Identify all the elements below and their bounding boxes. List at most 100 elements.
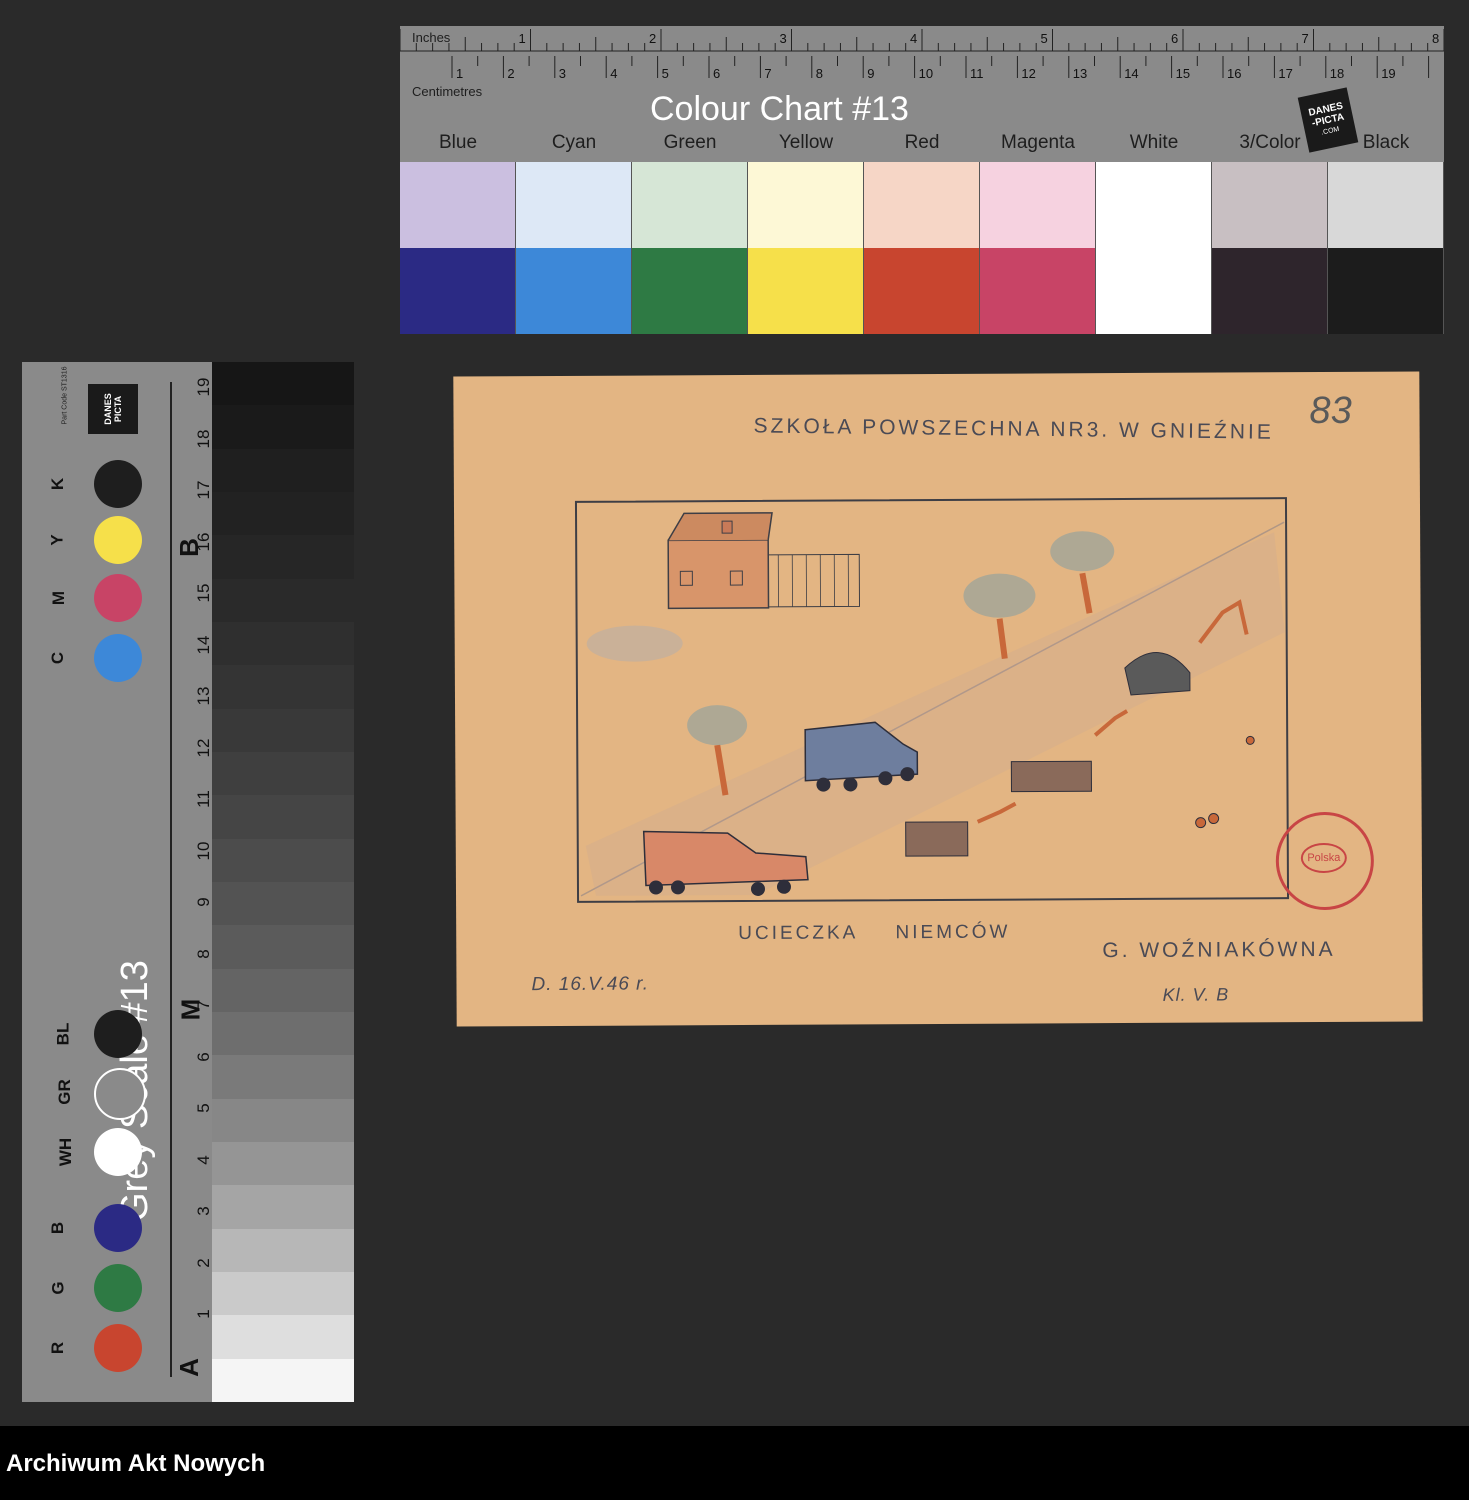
step-number: 13 xyxy=(194,686,213,706)
stamp-text: Polska xyxy=(1300,842,1347,874)
cm-number: 14 xyxy=(1124,66,1138,81)
dark-swatch xyxy=(1096,248,1212,334)
step-number: 17 xyxy=(194,480,213,500)
dark-swatch xyxy=(1328,248,1444,334)
cm-number: 13 xyxy=(1073,66,1087,81)
dot-label: K xyxy=(48,477,68,491)
grey-step xyxy=(212,448,354,492)
inch-number: 2 xyxy=(649,31,656,46)
ruler: 1 2 3 4 5 6 7 81 2 3 4 5 6 7 8 9 10 11 12 13 14 15 16 17 18 19 xyxy=(400,29,1444,81)
dark-swatch xyxy=(1212,248,1328,334)
flowers-drawing xyxy=(1195,735,1255,829)
dark-swatch xyxy=(748,248,864,334)
step-marker: A xyxy=(173,1358,204,1377)
step-number: 2 xyxy=(194,1257,213,1268)
step-marker: B xyxy=(173,538,204,557)
color-dot xyxy=(94,516,142,564)
cm-number: 9 xyxy=(867,66,874,81)
patch-name: Blue xyxy=(438,132,478,153)
grey-step xyxy=(212,665,354,709)
red-stamp: Polska xyxy=(1275,811,1375,911)
grey-step xyxy=(212,362,354,406)
inches-label: Inches xyxy=(412,30,451,45)
patch-name: White xyxy=(1129,132,1179,153)
grey-scale-steps xyxy=(212,362,354,1402)
grey-step xyxy=(212,1271,354,1316)
footer-bar: Archiwum Akt Nowych xyxy=(0,1426,1469,1500)
patch-name: Red xyxy=(904,132,940,153)
grey-step xyxy=(212,1011,354,1056)
grey-step xyxy=(212,1055,354,1099)
patch-name: Green xyxy=(663,132,717,153)
light-swatches xyxy=(400,162,1444,248)
color-dot xyxy=(94,1128,142,1176)
grey-step xyxy=(212,1228,354,1272)
cm-number: 4 xyxy=(610,66,617,81)
patch-name: Black xyxy=(1362,132,1410,153)
light-swatch xyxy=(1096,162,1212,248)
cloud-scribble xyxy=(586,625,683,662)
step-number: 15 xyxy=(194,583,213,603)
dot-label: G xyxy=(48,1281,68,1295)
centimetres-label: Centimetres xyxy=(412,84,483,99)
colour-chart-title: Colour Chart #13 xyxy=(650,90,909,128)
light-swatch xyxy=(748,162,864,248)
patch-name: Magenta xyxy=(1001,132,1075,153)
inch-number: 1 xyxy=(519,31,526,46)
dot-label: R xyxy=(48,1341,68,1355)
grey-step xyxy=(212,535,354,579)
danes-picta-logo-small: DANES PICTA xyxy=(88,384,138,434)
light-swatch xyxy=(516,162,632,248)
step-number: 10 xyxy=(194,841,213,860)
part-code: Part Code ST1316 xyxy=(61,366,69,425)
dot-label: BL xyxy=(53,1022,73,1046)
light-swatch xyxy=(1328,162,1444,248)
grey-step xyxy=(212,491,354,536)
light-swatch xyxy=(1212,162,1328,248)
light-swatch xyxy=(864,162,980,248)
step-number: 1 xyxy=(194,1309,213,1319)
grey-step xyxy=(212,968,354,1012)
cm-number: 6 xyxy=(713,66,720,81)
color-dot xyxy=(94,634,142,682)
step-number: 18 xyxy=(194,429,213,448)
dark-swatch xyxy=(864,248,980,334)
grey-step xyxy=(212,578,354,622)
grey-step xyxy=(212,1315,354,1359)
grey-scale-panel: Part Code ST1316 DANES PICTA Grey Scale … xyxy=(22,362,213,1402)
step-number: 8 xyxy=(194,948,213,959)
cm-number: 8 xyxy=(816,66,823,81)
color-dot xyxy=(94,1264,142,1312)
grey-step xyxy=(212,838,354,882)
cm-number: 1 xyxy=(456,66,463,81)
dot-label: B xyxy=(48,1221,68,1235)
grey-step xyxy=(212,881,354,926)
grey-step xyxy=(212,1098,354,1142)
grey-step xyxy=(212,621,354,666)
cm-number: 10 xyxy=(919,66,933,81)
cm-number: 5 xyxy=(662,66,669,81)
grey-step xyxy=(212,1358,354,1402)
drawing-date: D. 16.V.46 r. xyxy=(531,973,650,996)
step-number: 5 xyxy=(194,1103,213,1113)
author-name: G. WOŹNIAKÓWNA xyxy=(1102,937,1336,963)
grey-step xyxy=(212,1141,354,1186)
cm-number: 7 xyxy=(764,66,771,81)
dot-label: C xyxy=(48,651,68,665)
grey-step xyxy=(212,925,354,969)
grey-step xyxy=(212,1185,354,1229)
inch-number: 5 xyxy=(1041,31,1048,46)
grey-scale-card: Part Code ST1316 DANES PICTA Grey Scale … xyxy=(22,362,354,1402)
dark-swatch xyxy=(400,248,516,334)
step-marker: M xyxy=(175,998,206,1021)
inch-number: 4 xyxy=(910,31,917,46)
dot-label: M xyxy=(49,590,69,606)
cm-number: 18 xyxy=(1330,66,1344,81)
patch-name: 3/Color xyxy=(1239,132,1301,153)
step-number: 19 xyxy=(194,377,213,397)
inch-number: 6 xyxy=(1171,31,1178,46)
color-dot xyxy=(94,1204,142,1252)
color-dot xyxy=(94,460,142,508)
grey-scale-divider xyxy=(170,382,172,1377)
color-dot xyxy=(94,1324,142,1372)
